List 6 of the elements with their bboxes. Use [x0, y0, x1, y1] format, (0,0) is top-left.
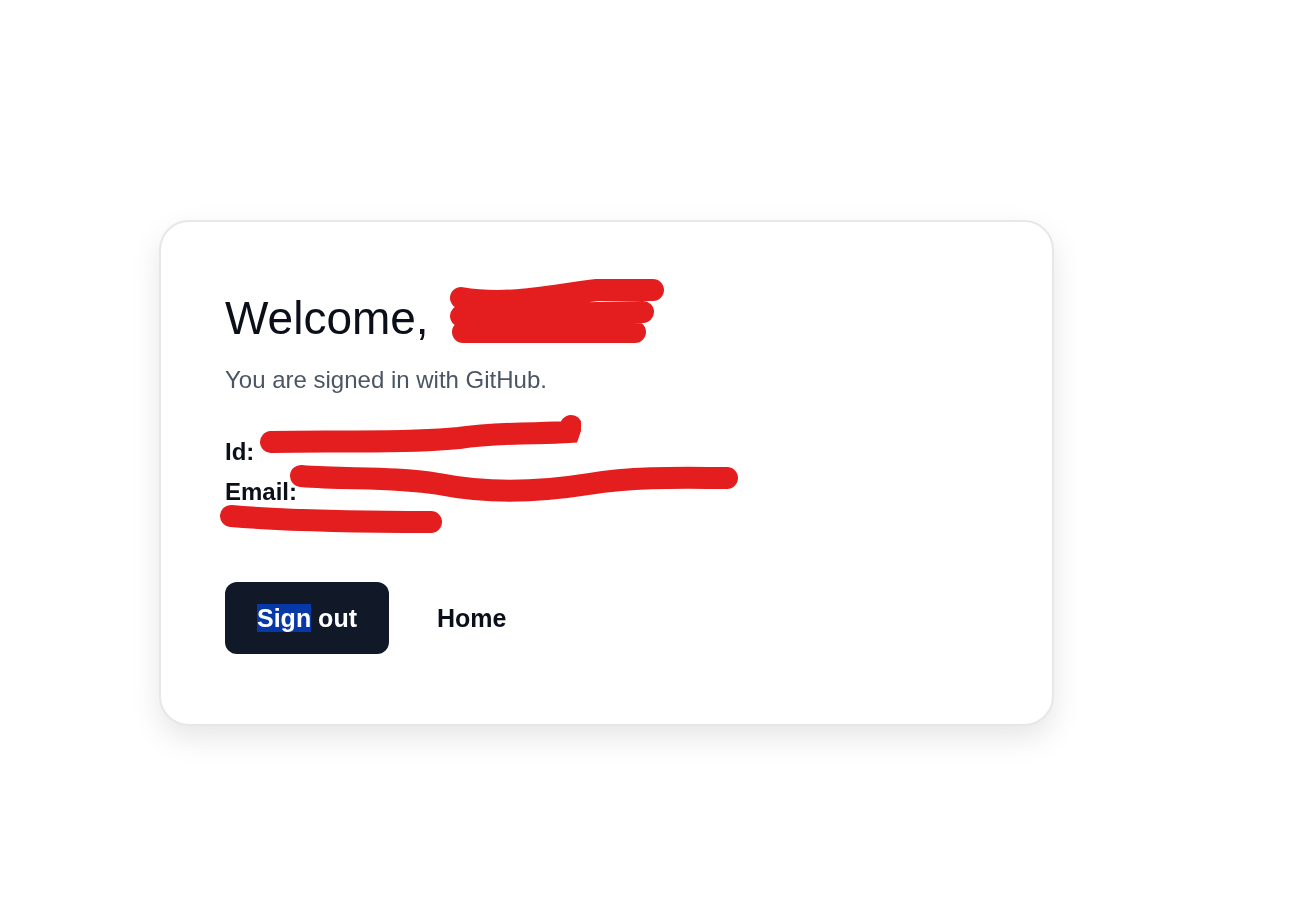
sign-out-button[interactable]: Sign out	[225, 582, 389, 654]
signed-in-text: You are signed in with GitHub.	[225, 365, 548, 395]
home-link[interactable]: Home	[405, 582, 539, 654]
field-label: Id:	[225, 438, 255, 465]
welcome-heading: Welcome,	[225, 291, 429, 346]
field-label: Email:	[225, 478, 298, 505]
